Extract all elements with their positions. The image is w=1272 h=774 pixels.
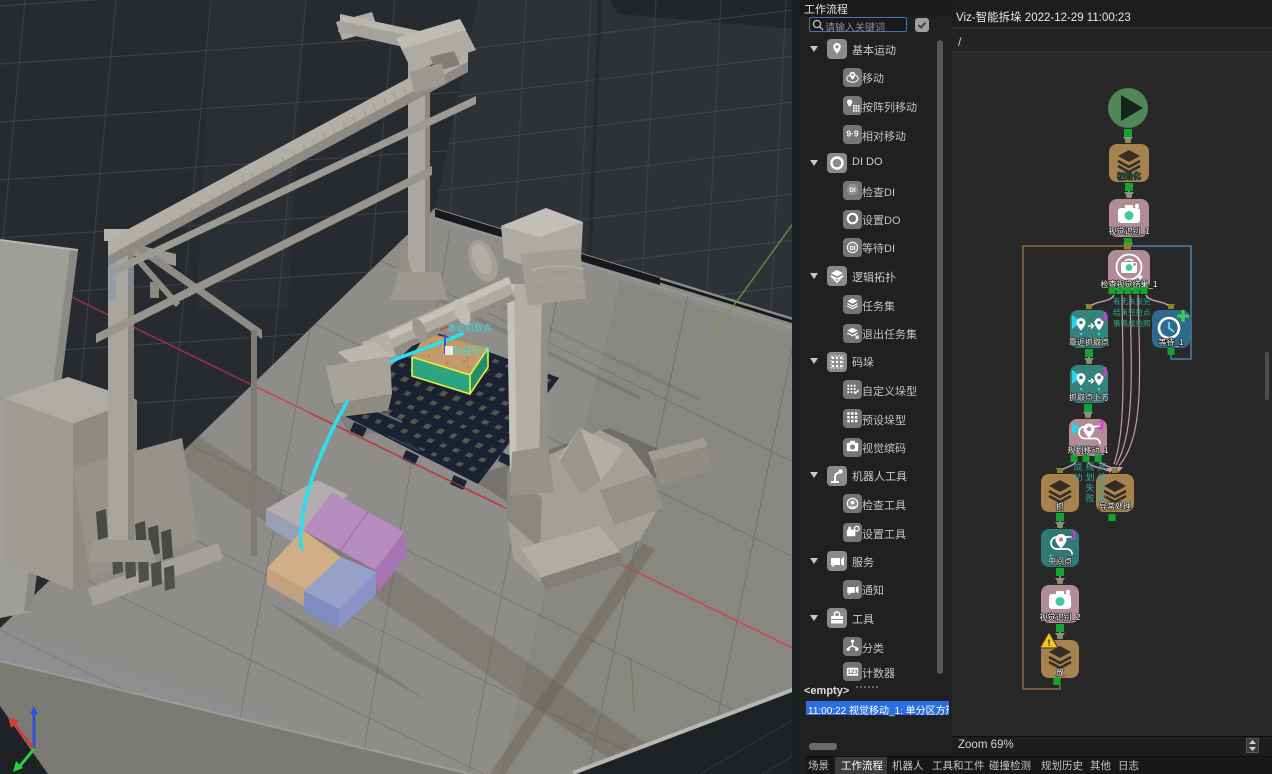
svg-text:策略成拍照: 策略成拍照: [1113, 318, 1151, 328]
svg-text:123: 123: [847, 669, 858, 676]
svg-text:有无未采完: 有无未采完: [1113, 296, 1151, 306]
svg-text:DI: DI: [850, 246, 856, 252]
svg-text:J: J: [1097, 418, 1104, 433]
svg-text:抓: 抓: [1056, 501, 1064, 511]
svg-text:Viz-智能拆垛 2022-12-29 11:00:23: Viz-智能拆垛 2022-12-29 11:00:23: [956, 10, 1131, 24]
svg-text:结束完拾点: 结束完拾点: [1113, 307, 1151, 317]
svg-text:规划失败: 规划失败: [1085, 462, 1094, 504]
svg-text:抓取点上方: 抓取点上方: [1069, 392, 1109, 402]
svg-text:视觉识别_1: 视觉识别_1: [1109, 226, 1150, 236]
svg-text:等待_1: 等待_1: [1159, 337, 1184, 347]
svg-text:成功: 成功: [1073, 461, 1082, 483]
svg-text:J: J: [1100, 309, 1107, 324]
svg-text:J: J: [1100, 364, 1107, 379]
svg-text:靠近抓取点: 靠近抓取点: [447, 322, 492, 333]
svg-text:DI: DI: [849, 187, 855, 194]
svg-text:靠近抓取点: 靠近抓取点: [1069, 337, 1109, 347]
svg-text:放: 放: [1056, 667, 1064, 677]
svg-text:其他异常: 其他异常: [1097, 462, 1106, 504]
svg-text:规划移动_1: 规划移动_1: [1068, 445, 1109, 455]
svg-text:9·9: 9·9: [846, 128, 859, 138]
svg-text:取接近点: 取接近点: [454, 345, 490, 356]
svg-text:J: J: [1069, 528, 1076, 543]
svg-text:视觉识别_2: 视觉识别_2: [1040, 612, 1081, 622]
svg-text:!: !: [1048, 638, 1051, 648]
svg-text:中间点: 中间点: [1048, 556, 1072, 566]
svg-text:初始化: 初始化: [1117, 171, 1141, 181]
